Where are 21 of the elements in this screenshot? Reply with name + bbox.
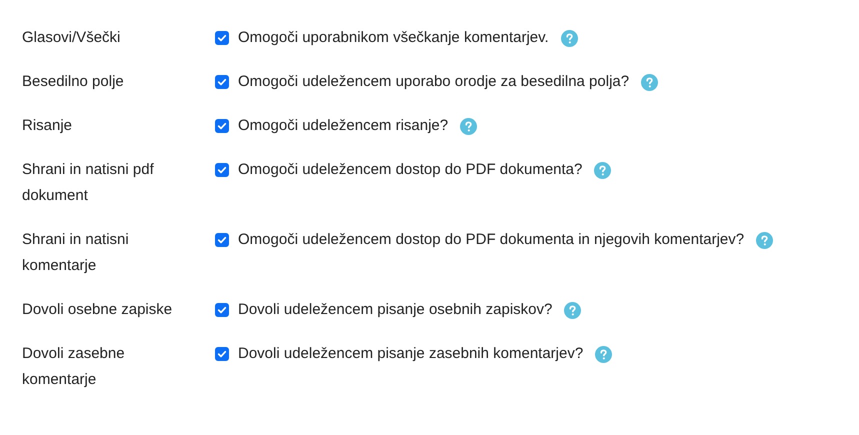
setting-label: Dovoli osebne zapiske [22, 300, 174, 320]
checkbox[interactable] [215, 119, 229, 133]
setting-description: Dovoli udeležencem pisanje zasebnih komentarjev? [238, 344, 584, 364]
setting-description: Omogoči udeležencem dostop do PDF dokumenta in njegovih komentarjev? [238, 230, 744, 250]
checkbox[interactable] [215, 31, 229, 45]
checkbox[interactable] [215, 347, 229, 361]
setting-label: Shrani in natisni komentarje [22, 230, 130, 276]
setting-description: Dovoli udeležencem pisanje osebnih zapiskov? [238, 300, 552, 320]
setting-description: Omogoči uporabnikom všečkanje komentarjev. [238, 28, 549, 48]
setting-label: Dovoli zasebne komentarje [22, 344, 126, 390]
setting-description: Omogoči udeležencem dostop do PDF dokumenta? [238, 160, 582, 180]
checkbox[interactable] [215, 233, 229, 247]
checkbox[interactable] [215, 303, 229, 317]
setting-description: Omogoči udeležencem uporabo orodje za besedilna polja? [238, 72, 630, 92]
checkbox[interactable] [215, 163, 229, 177]
setting-label: Besedilno polje [22, 72, 125, 92]
setting-description: Omogoči udeležencem risanje? [238, 116, 448, 136]
setting-label: Shrani in natisni pdf dokument [22, 160, 155, 206]
checkbox[interactable] [215, 75, 229, 89]
setting-label: Glasovi/Všečki [22, 28, 122, 48]
setting-label: Risanje [22, 116, 74, 136]
